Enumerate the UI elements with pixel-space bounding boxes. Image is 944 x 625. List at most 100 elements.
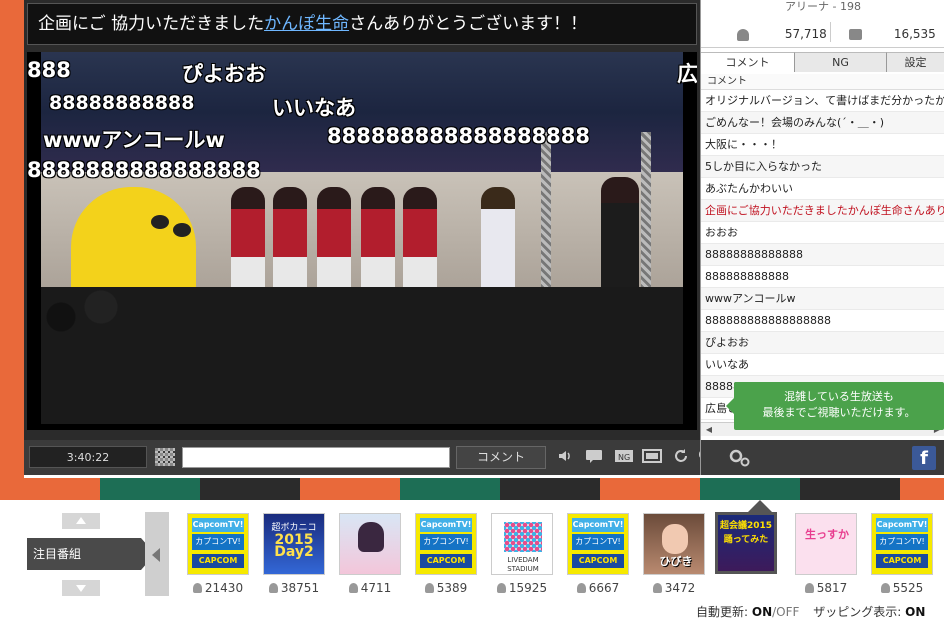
comment-input[interactable] <box>182 447 450 468</box>
scroll-up-button[interactable] <box>62 513 100 529</box>
stage-truss <box>641 132 651 292</box>
comment-list[interactable]: コメント オリジナルバージョン、て書けばまだ分かったか ごめんなー！会場のみんな(… <box>701 74 944 423</box>
capcom-tv-logo: CapcomTV! <box>876 518 928 532</box>
nicolive-player-page: 企画にご 協力いただきましたかんぽ生命さんありがとうございます！！ 888 ぴよ… <box>0 0 944 625</box>
left-accent-strip <box>0 0 24 500</box>
audience-crowd <box>41 287 683 424</box>
viewer-count: 3472 <box>643 581 705 595</box>
comment-row[interactable]: ごめんなー！会場のみんな(´・＿・) <box>701 112 944 134</box>
congestion-notice[interactable]: 混雑している生放送も 最後までご視聴いただけます。 <box>726 382 944 430</box>
comment-row[interactable]: 888888888888 <box>701 266 944 288</box>
capcom-tv-logo: CapcomTV! <box>572 518 624 532</box>
zapping-on-toggle[interactable]: ON <box>905 605 925 619</box>
stripe <box>100 478 200 500</box>
mascot-eye <box>173 223 191 237</box>
program-thumbnail[interactable]: ひびき <box>643 513 705 575</box>
comment-column-header: コメント <box>701 74 944 90</box>
zapping-label: ザッピング表示: <box>813 605 902 619</box>
scroll-down-button[interactable] <box>62 580 100 596</box>
capcom-brand: CAPCOM <box>420 554 472 568</box>
program-card[interactable]: ひびき 3472 <box>643 513 705 595</box>
viewer-count: 5389 <box>415 581 477 595</box>
viewer-count: 6667 <box>567 581 629 595</box>
capcom-tv-logo: CapcomTV! <box>192 518 244 532</box>
telop-banner: 企画にご 協力いただきましたかんぽ生命さんありがとうございます！！ <box>27 3 697 45</box>
comment-row[interactable]: 5しか目に入らなかった <box>701 156 944 178</box>
stripe <box>700 478 800 500</box>
program-thumbnail[interactable]: LIVEDAM STADIUM <box>491 513 553 575</box>
program-thumbnail[interactable]: 超会議2015 踊ってみた <box>715 512 777 574</box>
stripe <box>300 478 400 500</box>
idol-photo <box>662 524 688 554</box>
viewer-count: 38751 <box>263 581 325 595</box>
keyboard-icon[interactable] <box>155 448 175 466</box>
danmaku-comment: 888888888888888888 <box>327 124 591 148</box>
comment-row[interactable]: いいなあ <box>701 354 944 376</box>
scroll-left-icon[interactable]: ◀ <box>703 423 715 436</box>
program-thumbnail[interactable]: CapcomTV! カプコンTV! CAPCOM <box>871 513 933 575</box>
program-card[interactable]: CapcomTV! カプコンTV! CAPCOM 5389 <box>415 513 477 595</box>
comment-count-value: 16,535 <box>893 27 936 41</box>
program-card[interactable]: LIVEDAM STADIUM 15925 <box>491 513 553 595</box>
comment-rows: オリジナルバージョン、て書けばまだ分かったか ごめんなー！会場のみんな(´・＿・)… <box>701 90 944 420</box>
program-card[interactable]: CapcomTV! カプコンTV! CAPCOM 6667 <box>567 513 629 595</box>
program-card[interactable]: 4711 <box>339 513 401 595</box>
comment-row[interactable]: 888888888888888888 <box>701 310 944 332</box>
program-thumbnail[interactable]: CapcomTV! カプコンTV! CAPCOM <box>567 513 629 575</box>
program-card[interactable]: 超会議2015 踊ってみた <box>715 512 777 574</box>
person-icon <box>880 583 890 593</box>
ng-icon[interactable]: NG <box>614 448 633 466</box>
tab-settings[interactable]: 設定 <box>887 52 944 72</box>
stat-divider <box>830 22 831 42</box>
idol-name: ひびき <box>659 555 693 568</box>
comment-row[interactable]: 企画にご協力いただきましたかんぽ生命さんあり <box>701 200 944 222</box>
reload-icon[interactable] <box>672 448 690 466</box>
program-thumbnail[interactable]: 超ボカニコ 2015 Day2 <box>263 513 325 575</box>
person-icon <box>268 583 278 593</box>
volume-icon[interactable] <box>556 448 574 466</box>
program-card[interactable]: CapcomTV! カプコンTV! CAPCOM 21430 <box>187 513 249 595</box>
comment-toggle-icon[interactable] <box>585 448 603 466</box>
seat-label: アリーナ - 198 <box>785 0 861 13</box>
program-title-line: 踊ってみた <box>723 535 769 545</box>
congestion-notice-line2: 最後までご視聴いただけます。 <box>762 406 916 419</box>
comment-row[interactable]: 大阪に・・・！ <box>701 134 944 156</box>
settings-icon[interactable] <box>728 448 752 468</box>
stripe <box>200 478 300 500</box>
prev-programs-button[interactable] <box>145 512 169 596</box>
program-thumbnail[interactable]: CapcomTV! カプコンTV! CAPCOM <box>415 513 477 575</box>
comment-row[interactable]: あぶたんかわいい <box>701 178 944 200</box>
telop-prefix: 企画にご 協力いただきました <box>38 14 265 34</box>
auto-update-off-toggle[interactable]: OFF <box>776 605 799 619</box>
fullscreen-icon[interactable] <box>642 448 662 466</box>
viewer-count-value: 21430 <box>204 581 244 595</box>
program-thumbnail[interactable] <box>339 513 401 575</box>
program-title-line: 超会議2015 <box>719 521 773 531</box>
tab-ng[interactable]: NG <box>795 52 887 72</box>
auto-update-on-toggle[interactable]: ON <box>752 605 772 619</box>
sponsor-link[interactable]: かんぽ生命 <box>264 14 349 34</box>
comment-row[interactable]: 88888888888888 <box>701 244 944 266</box>
capcom-brand: CAPCOM <box>876 554 928 568</box>
program-card[interactable]: CapcomTV! カプコンTV! CAPCOM 5525 <box>871 513 933 595</box>
comment-submit-button[interactable]: コメント <box>456 446 546 469</box>
program-thumbnail[interactable]: 生っすか <box>795 513 857 575</box>
stripe <box>0 478 100 500</box>
tab-comment[interactable]: コメント <box>701 52 795 72</box>
color-stripe-band <box>0 478 944 500</box>
performer <box>481 187 515 302</box>
program-card[interactable]: 生っすか 5817 <box>795 513 857 595</box>
facebook-share-button[interactable]: f <box>912 446 936 470</box>
comment-row[interactable]: おおお <box>701 222 944 244</box>
comment-row[interactable]: オリジナルバージョン、て書けばまだ分かったか <box>701 90 944 112</box>
program-card[interactable]: 超ボカニコ 2015 Day2 38751 <box>263 513 325 595</box>
danmaku-comment: 88888888888 <box>49 92 195 114</box>
program-thumbnail[interactable]: CapcomTV! カプコンTV! CAPCOM <box>187 513 249 575</box>
viewer-count-value: 38751 <box>280 581 320 595</box>
stats-header: アリーナ - 198 57,718 16,535 <box>701 0 944 48</box>
livedam-line: STADIUM <box>507 565 539 573</box>
comment-row[interactable]: wwwアンコールw <box>701 288 944 310</box>
capcom-tv-title: カプコンTV! <box>572 534 624 550</box>
video-player[interactable]: 888 ぴよおお 広 88888888888 いいなあ wwwアンコールw 88… <box>27 52 697 430</box>
comment-row[interactable]: ぴよおお <box>701 332 944 354</box>
